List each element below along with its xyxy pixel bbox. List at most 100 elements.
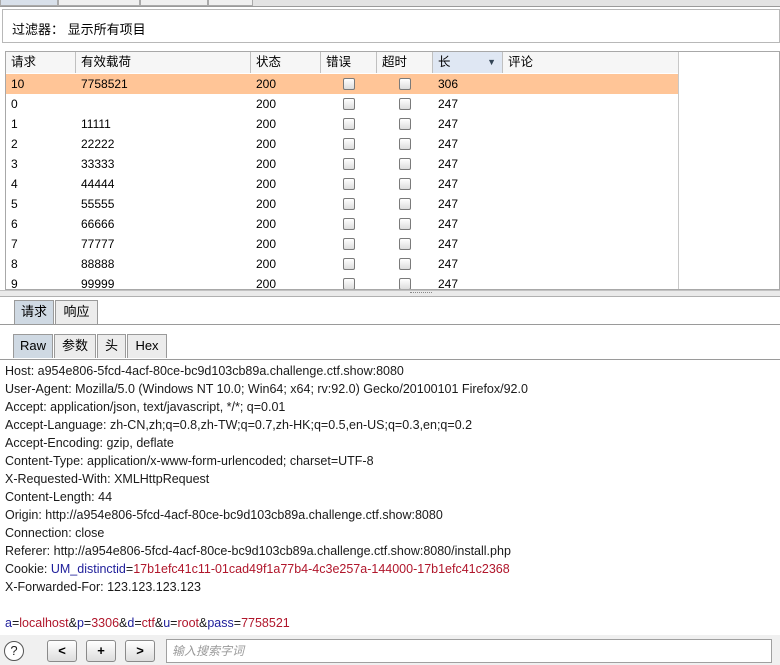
timeout-checkbox[interactable] [399,138,411,150]
table-row[interactable]: 2 22222 200 247 [6,134,678,154]
cell-length: 247 [438,137,459,151]
tab-request[interactable]: 请求 [14,300,54,324]
param-key: pass [207,616,234,630]
column-header-payload[interactable]: 有效载荷 [76,52,251,73]
cookie-name: UM_distinctid [50,562,126,576]
cell-status: 200 [256,97,277,111]
error-checkbox[interactable] [343,218,355,230]
timeout-checkbox[interactable] [399,98,411,110]
filter-label: 过滤器： 显示所有项目 [12,22,146,37]
top-tab[interactable] [58,0,140,6]
next-button[interactable]: > [125,640,155,662]
error-checkbox[interactable] [343,238,355,250]
table-row[interactable]: 4 44444 200 247 [6,174,678,194]
error-checkbox[interactable] [343,258,355,270]
timeout-checkbox[interactable] [399,278,411,289]
help-icon[interactable]: ? [4,641,24,661]
param-key: p [76,616,84,630]
timeout-checkbox[interactable] [399,158,411,170]
tab-raw[interactable]: Raw [13,334,53,358]
table-row[interactable]: 8 88888 200 247 [6,254,678,274]
column-header-comment[interactable]: 评论 [503,52,678,73]
raw-request-editor[interactable]: Host: a954e806-5fcd-4acf-80ce-bc9d103cb8… [0,362,780,634]
table-row[interactable]: 10 7758521 200 306 [6,74,678,94]
error-checkbox[interactable] [343,278,355,289]
cell-comment [503,234,508,254]
cell-request: 6 [11,217,18,231]
cookie-value: 17b1efc41c11-01cad49f1a77b4-4c3e257a-144… [133,562,510,576]
cell-request: 0 [11,97,18,111]
cell-payload: 66666 [81,217,115,231]
panel-tabs-divider [0,324,780,325]
table-row[interactable]: 1 11111 200 247 [6,114,678,134]
request-header-line: Referer: http://a954e806-5fcd-4acf-80ce-… [5,544,511,558]
cell-length: 247 [438,157,459,171]
split-divider[interactable] [0,290,780,297]
table-row[interactable]: 5 55555 200 247 [6,194,678,214]
cell-payload: 22222 [81,137,115,151]
error-checkbox[interactable] [343,138,355,150]
request-body-line: a=localhost&p=3306&d=ctf&u=root&pass=775… [5,614,290,632]
cell-payload: 11111 [81,117,111,131]
error-checkbox[interactable] [343,98,355,110]
cell-comment [503,114,508,134]
search-input[interactable]: 输入搜索字词 [166,639,772,663]
cell-status: 200 [256,77,277,91]
column-header-status[interactable]: 状态 [251,52,321,73]
column-header-timeout[interactable]: 超时 [377,52,433,73]
table-row[interactable]: 3 33333 200 247 [6,154,678,174]
request-header-line: Accept-Language: zh-CN,zh;q=0.8,zh-TW;q=… [5,418,473,432]
column-header-error[interactable]: 错误 [321,52,377,73]
bottom-toolbar: ? < + > 输入搜索字词 [0,635,780,665]
table-row[interactable]: 6 66666 200 247 [6,214,678,234]
cell-comment [503,174,508,194]
cell-comment [503,194,508,214]
request-header-line: Host: a954e806-5fcd-4acf-80ce-bc9d103cb8… [5,364,404,378]
column-header-request[interactable]: 请求 [6,52,76,73]
timeout-checkbox[interactable] [399,258,411,270]
error-checkbox[interactable] [343,198,355,210]
cell-status: 200 [256,157,277,171]
error-checkbox[interactable] [343,78,355,90]
top-tab[interactable] [140,0,208,6]
timeout-checkbox[interactable] [399,78,411,90]
previous-button[interactable]: < [47,640,77,662]
tab-headers[interactable]: 头 [97,334,126,358]
cell-request: 5 [11,197,18,211]
timeout-checkbox[interactable] [399,198,411,210]
top-tab-strip [0,0,780,7]
error-checkbox[interactable] [343,118,355,130]
cell-comment [503,254,508,274]
request-header-line: Accept-Encoding: gzip, deflate [5,436,174,450]
tab-hex[interactable]: Hex [127,334,167,358]
tab-params[interactable]: 参数 [54,334,96,358]
timeout-checkbox[interactable] [399,178,411,190]
error-checkbox[interactable] [343,178,355,190]
cell-request: 2 [11,137,18,151]
table-row[interactable]: 0 200 247 [6,94,678,114]
timeout-checkbox[interactable] [399,218,411,230]
tab-response[interactable]: 响应 [55,300,98,324]
table-empty-area [678,52,779,289]
timeout-checkbox[interactable] [399,238,411,250]
request-header-line: Content-Length: 44 [5,490,113,504]
sort-descending-icon: ▼ [487,57,496,67]
cell-length: 247 [438,117,459,131]
filter-bar[interactable]: 过滤器： 显示所有项目 [2,9,780,43]
cell-payload: 33333 [81,157,115,171]
table-row[interactable]: 9 99999 200 247 [6,274,678,290]
table-row[interactable]: 7 77777 200 247 [6,234,678,254]
top-tab[interactable] [0,0,58,6]
cell-status: 200 [256,217,277,231]
cell-status: 200 [256,277,277,290]
cell-request: 8 [11,257,18,271]
param-equals: = [233,616,242,630]
timeout-checkbox[interactable] [399,118,411,130]
cell-request: 7 [11,237,18,251]
split-handle-icon[interactable] [410,292,432,295]
error-checkbox[interactable] [343,158,355,170]
top-tab[interactable] [208,0,253,6]
request-header-line: Content-Type: application/x-www-form-url… [5,454,374,468]
add-button[interactable]: + [86,640,116,662]
column-header-length[interactable]: 长 ▼ [433,52,503,73]
